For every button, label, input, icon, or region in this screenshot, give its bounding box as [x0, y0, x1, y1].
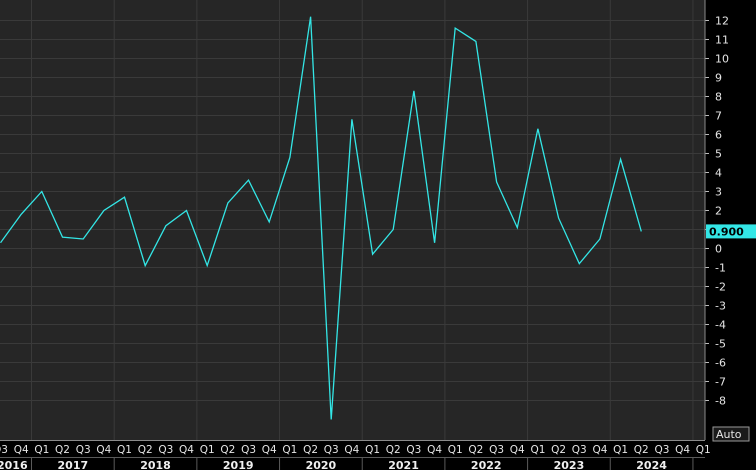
x-year-label: 2024: [636, 459, 667, 470]
x-quarter-label: Q4: [344, 444, 359, 456]
line-chart: -8-7-6-5-4-3-2-10123456789101112Q3Q4Q1Q2…: [0, 0, 756, 470]
x-year-label: 2022: [471, 459, 502, 470]
y-tick-label: -1: [715, 262, 726, 275]
x-quarter-label: Q3: [241, 444, 256, 456]
x-year-label: 2021: [388, 459, 419, 470]
y-tick-label: 0: [715, 243, 722, 256]
x-quarter-label: Q2: [138, 444, 153, 456]
x-quarter-label: Q4: [427, 444, 442, 456]
y-tick-label: 12: [715, 15, 729, 28]
x-quarter-label: Q4: [96, 444, 111, 456]
x-quarter-label: Q1: [696, 444, 711, 456]
x-quarter-label: Q1: [282, 444, 297, 456]
x-quarter-label: Q1: [613, 444, 628, 456]
x-quarter-label: Q3: [76, 444, 91, 456]
y-tick-label: 3: [715, 186, 722, 199]
x-quarter-label: Q1: [200, 444, 215, 456]
y-tick-label: -7: [715, 376, 726, 389]
y-tick-label: -8: [715, 395, 726, 408]
x-quarter-label: Q4: [510, 444, 525, 456]
y-tick-label: 6: [715, 129, 722, 142]
x-quarter-label: Q4: [179, 444, 194, 456]
y-tick-label: 9: [715, 72, 722, 85]
x-quarter-label: Q4: [262, 444, 277, 456]
x-year-label: 2018: [140, 459, 171, 470]
y-tick-label: -6: [715, 357, 726, 370]
x-year-label: 2020: [306, 459, 337, 470]
y-tick-label: -5: [715, 338, 726, 351]
x-quarter-label: Q1: [34, 444, 49, 456]
y-tick-label: -3: [715, 300, 726, 313]
last-value-label: 0.900: [709, 225, 744, 238]
x-quarter-label: Q4: [592, 444, 607, 456]
chart-window: -8-7-6-5-4-3-2-10123456789101112Q3Q4Q1Q2…: [0, 0, 756, 470]
x-quarter-label: Q4: [675, 444, 690, 456]
x-quarter-label: Q1: [530, 444, 545, 456]
x-quarter-label: Q3: [489, 444, 504, 456]
x-year-label: 2017: [58, 459, 89, 470]
x-quarter-label: Q1: [365, 444, 380, 456]
x-year-label: 2023: [554, 459, 585, 470]
x-quarter-label: Q1: [117, 444, 132, 456]
x-year-label: 2019: [223, 459, 254, 470]
y-tick-label: 11: [715, 34, 729, 47]
x-year-label: 2016: [0, 459, 28, 470]
x-quarter-label: Q1: [448, 444, 463, 456]
plot-area: [0, 0, 705, 440]
x-quarter-label: Q4: [14, 444, 29, 456]
x-quarter-label: Q3: [0, 444, 8, 456]
x-quarter-label: Q2: [303, 444, 318, 456]
x-quarter-label: Q2: [55, 444, 70, 456]
x-quarter-label: Q2: [468, 444, 483, 456]
x-quarter-label: Q3: [324, 444, 339, 456]
x-quarter-label: Q3: [406, 444, 421, 456]
y-tick-label: -4: [715, 319, 726, 332]
x-quarter-label: Q3: [158, 444, 173, 456]
y-tick-label: 4: [715, 167, 722, 180]
y-tick-label: 2: [715, 205, 722, 218]
y-tick-label: 5: [715, 148, 722, 161]
y-tick-label: 10: [715, 53, 729, 66]
auto-scale-button-label: Auto: [716, 428, 742, 441]
x-quarter-label: Q3: [572, 444, 587, 456]
y-tick-label: 8: [715, 91, 722, 104]
x-quarter-label: Q3: [654, 444, 669, 456]
y-tick-label: -2: [715, 281, 726, 294]
y-tick-label: 7: [715, 110, 722, 123]
x-quarter-label: Q2: [551, 444, 566, 456]
x-quarter-label: Q2: [220, 444, 235, 456]
x-quarter-label: Q2: [634, 444, 649, 456]
x-quarter-label: Q2: [386, 444, 401, 456]
